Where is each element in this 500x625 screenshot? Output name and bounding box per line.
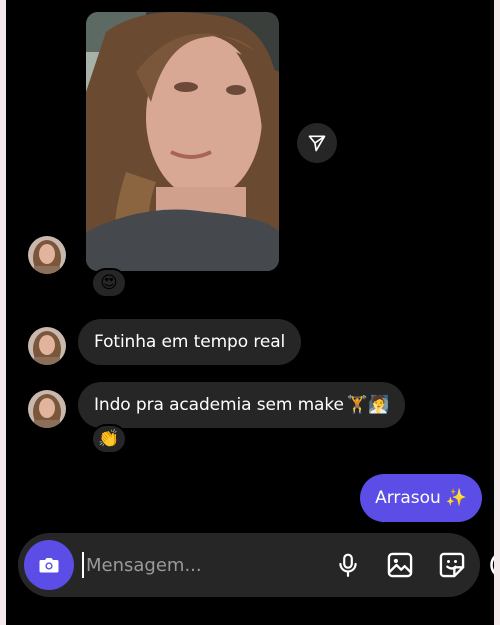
- camera-button[interactable]: [24, 540, 74, 590]
- avatar-image: [28, 327, 66, 365]
- avatar-image: [28, 390, 66, 428]
- outgoing-message-text: Arrasou: [375, 488, 441, 508]
- message-bubble[interactable]: Indo pra academia sem make 🏋🧖: [78, 382, 406, 428]
- avatar-image: [28, 236, 66, 274]
- sticker-button[interactable]: [437, 550, 467, 580]
- avatar[interactable]: [28, 390, 66, 428]
- reaction-emoji: 👏: [98, 429, 120, 449]
- gallery-button[interactable]: [385, 550, 415, 580]
- message-input[interactable]: [82, 552, 311, 578]
- message-text: Indo pra academia sem make: [94, 395, 344, 415]
- microphone-icon: [339, 553, 357, 577]
- outgoing-message-bubble[interactable]: Arrasou ✨: [360, 474, 482, 522]
- message-text: Fotinha em tempo real: [94, 332, 286, 352]
- avatar[interactable]: [28, 236, 66, 274]
- message-composer: [18, 533, 494, 597]
- reaction-badge[interactable]: 👏: [91, 424, 127, 454]
- photo-message[interactable]: [86, 12, 279, 271]
- avatar[interactable]: [28, 327, 66, 365]
- share-icon: [308, 135, 326, 152]
- gallery-icon: [387, 552, 413, 578]
- more-button[interactable]: [489, 550, 494, 580]
- message-bubble[interactable]: Fotinha em tempo real: [78, 319, 302, 365]
- sparkle-emoji: ✨: [445, 488, 467, 508]
- reaction-badge[interactable]: 😍: [91, 268, 127, 298]
- share-button[interactable]: [297, 123, 337, 163]
- sticker-icon: [439, 552, 465, 578]
- camera-icon: [39, 558, 59, 573]
- microphone-button[interactable]: [333, 550, 363, 580]
- plus-icon: [490, 555, 494, 575]
- selfie-photo: [86, 12, 279, 271]
- message-emoji: 🏋🧖: [346, 395, 390, 415]
- reaction-emoji: 😍: [100, 273, 118, 293]
- chat-screen: 😍 Fotinha em tempo real Indo pra academi…: [6, 0, 494, 625]
